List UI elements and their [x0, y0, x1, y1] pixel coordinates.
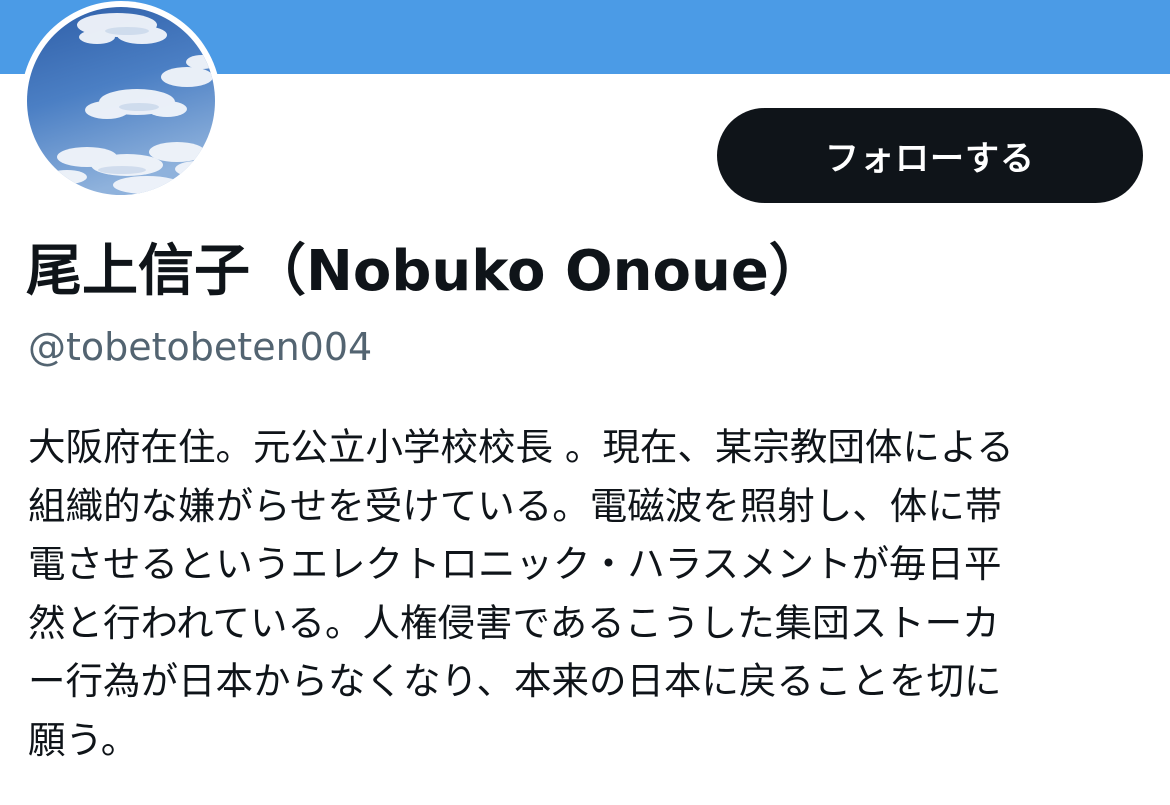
bio-line: ー行為が日本からなくなり、本来の日本に戻ることを切に	[28, 659, 1002, 703]
profile-handle: @tobetobeten004	[28, 325, 373, 369]
profile-bio: 大阪府在住。元公立小学校校長 。現在、某宗教団体による 組織的な嫌がらせを受けて…	[28, 418, 1148, 769]
bio-line: 然と行われている。人権侵害であるこうした集団ストーカ	[28, 600, 1000, 645]
bio-line: 大阪府在住。元公立小学校校長 。現在、某宗教団体による	[28, 425, 1014, 469]
display-name: 尾上信子（Nobuko Onoue）	[26, 239, 825, 304]
bio-line: 電させるというエレクトロニック・ハラスメントが毎日平	[28, 542, 1002, 586]
bio-line: 組織的な嫌がらせを受けている。電磁波を照射し、体に帯	[28, 483, 1003, 528]
follow-button[interactable]: フォローする	[717, 108, 1143, 203]
avatar[interactable]	[21, 1, 221, 201]
bio-line: 願う。	[28, 717, 139, 762]
avatar-sky-clouds-image	[27, 7, 215, 195]
